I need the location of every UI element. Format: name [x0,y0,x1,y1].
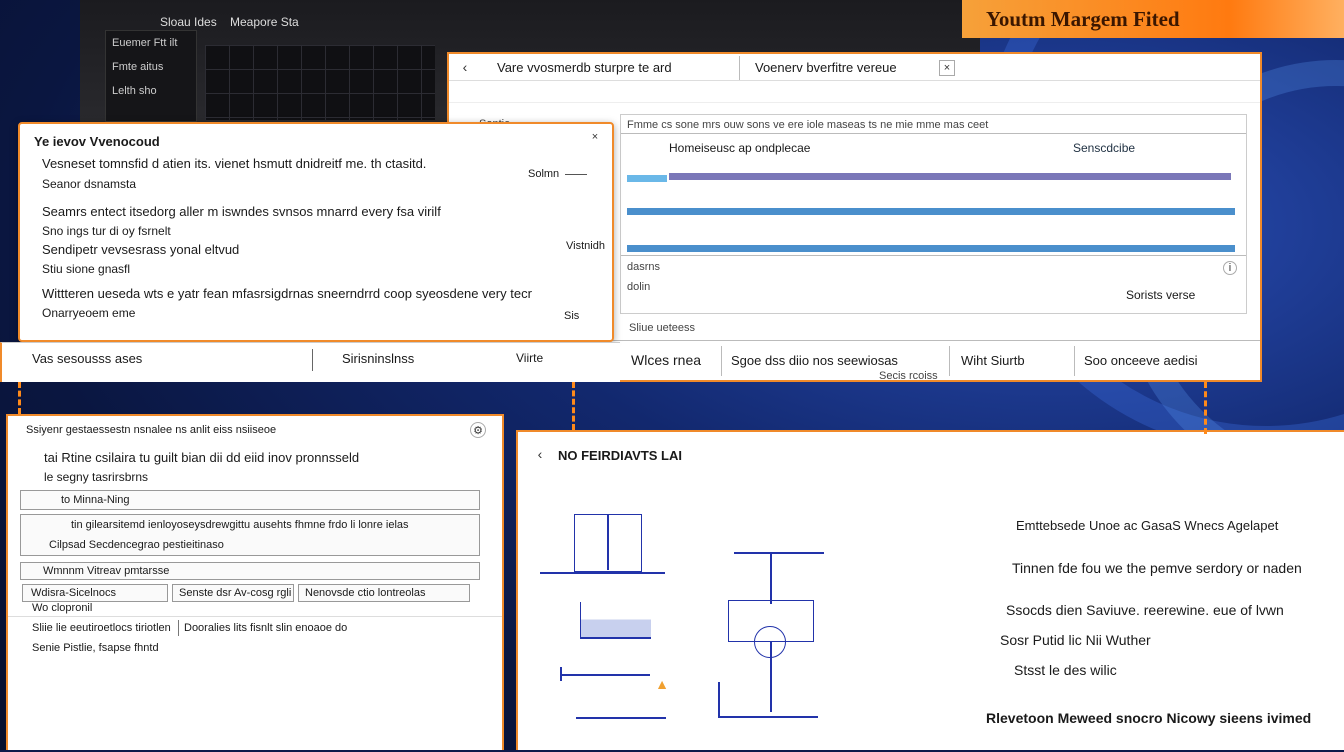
back-icon[interactable]: ‹ [532,444,548,464]
side-label: Fmte aitus [112,61,164,73]
settings-row[interactable]: le segny tasrirsbrns [44,470,148,484]
toolbar-item[interactable]: Sgoe dss diio nos seewiosas [731,353,898,368]
title-banner: Youtm Margem Fited [962,0,1344,38]
diagram-window: ‹ NO FEIRDIAVTS LAI ▲ Emttebsede Unoe ac… [516,430,1344,750]
settings-row[interactable]: tin gilearsitemd ienloyoseysdrewgittu au… [71,519,409,531]
progress-bar [669,173,1231,180]
popup-line: Seanor dsnamsta [42,177,137,191]
connector-line [572,382,575,430]
settings-icon[interactable]: ⚙ [470,422,486,438]
popup-footer: Vas sesousss ases Sirisninslnss Viirte [0,342,620,382]
progress-bar [627,208,1235,215]
popup-line: Wittteren ueseda wts e yatr fean mfasrsi… [42,286,532,301]
footer-button[interactable]: Vas sesousss ases [32,351,142,366]
side-label: Sis [564,310,580,322]
settings-group: tin gilearsitemd ienloyoseysdrewgittu au… [20,514,480,556]
window-title: Ssiyenr gestaessestn nsnalee ns anlit ei… [26,424,277,436]
note-line: Ssocds dien Saviuve. reerewine. eue of l… [1006,602,1284,618]
diagram-heading: NO FEIRDIAVTS LAI [558,448,682,463]
input-value: Nenovsde ctio lontreolas [305,587,426,599]
settings-row-box[interactable]: to Minna-Ning [20,490,480,510]
settings-row-box[interactable]: Wmnnm Vitreav pmtarsse [20,562,480,580]
toolbar-sub: Secis rcoiss [879,370,938,382]
tab-close-icon[interactable]: × [939,60,955,76]
note-line: Rlevetoon Meweed snocro Nicowy sieens iv… [986,710,1312,726]
settings-row[interactable]: Wo clopronil [32,602,92,614]
popup-line: Vesneset tomnsfid d atien its. vienet hs… [42,156,427,171]
footer-button[interactable]: Sirisninslnss [342,351,414,366]
warning-icon: ▲ [655,676,669,692]
settings-row: to Minna-Ning [61,494,130,506]
side-panel: Euemer Ftt ilt Fmte aitus Lelth sho [105,30,197,122]
connector-line [1204,382,1207,434]
popup-line: Onarryeoem eme [42,306,136,320]
note-line: Tinnen fde fou we the pemve serdory or n… [1012,560,1302,576]
menu-item[interactable]: Sloau Ides [160,15,217,29]
tab-primary[interactable]: Vare vvosmerdb sturpre te ard [497,60,672,75]
note-line: Emttebsede Unoe ac GasaS Wnecs Agelapet [1016,518,1279,533]
footer-note: Sliue ueteess [629,322,696,334]
input-field[interactable]: Nenovsde ctio lontreolas [298,584,470,602]
popup-line: Stiu sione gnasfl [42,262,131,276]
settings-row: Wmnnm Vitreav pmtarsse [43,565,170,577]
input-value: Wdisra-Sicelnocs [31,587,116,599]
toolbar-item[interactable]: Wlces rnea [631,352,701,368]
settings-row[interactable]: Cilpsad Secdencegrao pestieitinaso [49,539,224,551]
back-icon[interactable]: ‹ [457,58,473,76]
footer-button[interactable]: Viirte [516,351,543,365]
toolbar-item[interactable]: Wiht Siurtb [961,353,1025,368]
side-label: Lelth sho [112,85,157,97]
side-label: Vistnidh [566,240,605,252]
column-header: Fmme cs sone mrs ouw sons ve ere iole ma… [627,119,989,131]
diagram-figure [714,552,844,752]
note-line: Stsst le des wilic [1014,662,1117,678]
connector-line [18,382,21,414]
toolbar-item[interactable]: Soo onceeve aedisi [1084,353,1197,368]
menu-item[interactable]: Meapore Sta [230,15,299,29]
side-label: dasrns [627,261,661,273]
input-field[interactable]: Senste dsr Av-cosg rgli [172,584,294,602]
progress-bar [627,245,1235,252]
progress-bar [627,175,667,182]
settings-window: Ssiyenr gestaessestn nsnalee ns anlit ei… [6,414,504,750]
card-badge[interactable]: Senscdcibe [1073,141,1135,155]
side-label: Solmn [528,168,560,180]
tab-secondary[interactable]: Voenerv bverfitre vereue [755,60,897,75]
popup-line: Sendipetr vevsesrass yonal eltvud [42,242,240,257]
popup-title: Ye ievov Vvenocoud [34,134,160,149]
card-title: Homeiseusc ap ondplecae [669,141,811,155]
popup-line: Seamrs entect itsedorg aller m iswndes s… [42,204,441,219]
diagram-figure [540,512,670,742]
banner-title: Youtm Margem Fited [986,6,1180,31]
right-text: Sorists verse [1126,288,1196,302]
settings-row[interactable]: Sliie lie eeutiroetlocs tiriotlen [32,622,171,634]
input-value: Senste dsr Av-cosg rgli [179,587,292,599]
popup-line: Sno ings tur di oy fsrnelt [42,224,171,238]
grid-viewport[interactable] [205,45,435,120]
note-line: Sosr Putid lic Nii Wuther [1000,632,1151,648]
info-icon[interactable]: i [1223,261,1237,275]
close-icon[interactable]: × [588,130,602,144]
settings-row[interactable]: Dooralies lits fisnlt slin enoaoe do [184,622,347,634]
input-field[interactable]: Wdisra-Sicelnocs [22,584,168,602]
settings-row[interactable]: tai Rtine csilaira tu guilt bian dii dd … [44,450,359,465]
settings-row[interactable]: Senie Pistlie, fsapse fhntd [32,642,159,654]
popup-dialog: Ye ievov Vvenocoud × Vesneset tomnsfid d… [18,122,614,342]
side-label: Euemer Ftt ilt [112,37,178,49]
side-label: dolin [627,281,651,293]
content-panel: Fmme cs sone mrs ouw sons ve ere iole ma… [620,114,1247,314]
